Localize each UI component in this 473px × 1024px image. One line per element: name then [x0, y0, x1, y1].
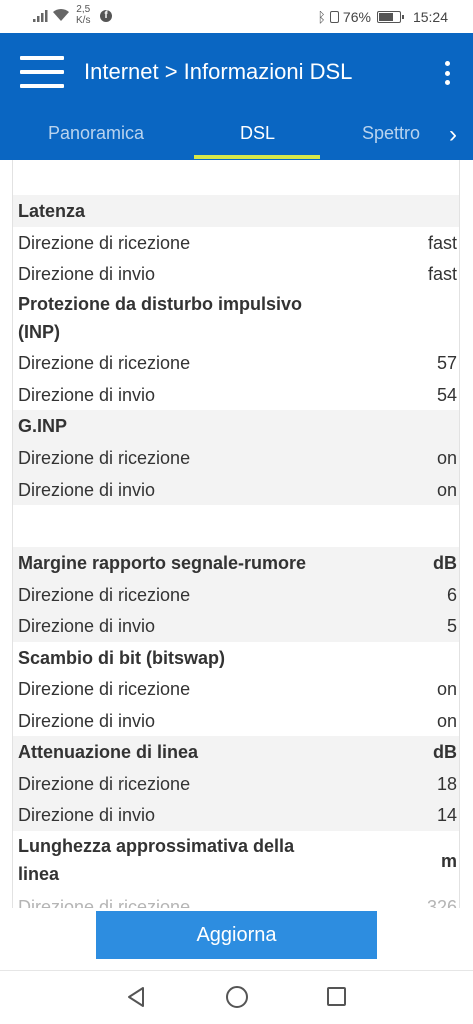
- table-row: Direzione di invio 14: [13, 799, 459, 831]
- table-row: Direzione di ricezione 18: [13, 768, 459, 799]
- network-speed: 2,5 K/s: [76, 4, 90, 26]
- row-value: 54: [436, 385, 457, 405]
- row-label: Direzione di invio: [18, 264, 156, 284]
- table-row: Direzione di ricezione on: [13, 442, 459, 474]
- battery-icon: [376, 10, 404, 23]
- section-header-row: Attenuazione di linea dB: [13, 736, 459, 768]
- network-speed-value: 2,5: [76, 4, 91, 15]
- section-header-row: Margine rapporto segnale-rumore dB: [13, 547, 459, 579]
- app-bar: Internet > Informazioni DSL Panoramica D…: [0, 33, 473, 160]
- facebook-icon: f: [100, 10, 112, 22]
- tab-spettro[interactable]: Spettro: [362, 123, 426, 144]
- tab-dsl[interactable]: DSL: [240, 123, 275, 144]
- row-label: Direzione di ricezione: [18, 679, 191, 699]
- row-label: Direzione di ricezione: [18, 353, 191, 373]
- battery-percentage: 76%: [342, 8, 371, 25]
- section-header-row: Scambio di bit (bitswap): [13, 642, 459, 673]
- section-title: Scambio di bit (bitswap): [18, 648, 226, 668]
- chevron-right-icon[interactable]: ›: [449, 123, 457, 147]
- table-row: Direzione di ricezione fast: [13, 227, 459, 258]
- row-value: on: [436, 679, 457, 699]
- section-title: Attenuazione di linea: [18, 742, 199, 762]
- row-value: fast: [427, 233, 457, 253]
- row-label: Direzione di invio: [18, 616, 156, 636]
- section-header-row: Latenza: [13, 195, 459, 227]
- table-row: Direzione di ricezione 6: [13, 579, 459, 610]
- table-row: Direzione di invio 54: [13, 379, 459, 410]
- section-unit: m: [440, 851, 457, 871]
- dsl-info-table: Latenza Direzione di ricezione fast Direzio…: [12, 160, 460, 908]
- bluetooth-icon: ᛒ: [317, 8, 326, 25]
- row-label: Direzione di ricezione: [18, 233, 191, 253]
- status-bar: 2,5 K/s f ᛒ 76% 15:24: [0, 0, 473, 33]
- section-header-row: Protezione da disturbo impulsivo (INP): [13, 289, 459, 347]
- table-row: Direzione di invio fast: [13, 258, 459, 289]
- tab-panoramica[interactable]: Panoramica: [48, 123, 144, 144]
- section-title: Latenza: [18, 201, 86, 221]
- row-value: on: [436, 480, 457, 500]
- page-title: Internet > Informazioni DSL: [84, 59, 353, 84]
- section-header-row: G.INP: [13, 410, 459, 442]
- section-unit: dB: [433, 553, 457, 573]
- vibrate-icon: [329, 10, 339, 23]
- update-button[interactable]: Aggiorna: [96, 911, 377, 959]
- section-title: Lunghezza approssimativa della linea: [18, 836, 295, 884]
- section-unit: dB: [433, 742, 457, 762]
- menu-icon[interactable]: [20, 56, 64, 88]
- row-label: Direzione di invio: [18, 480, 156, 500]
- row-label: Direzione di ricezione: [18, 774, 191, 794]
- row-value: 14: [436, 805, 457, 825]
- back-icon[interactable]: [126, 986, 146, 1008]
- tab-bar: Panoramica DSL Spettro ›: [0, 115, 473, 160]
- row-label: Direzione di invio: [18, 711, 156, 731]
- network-speed-unit: K/s: [76, 15, 91, 26]
- row-label: Direzione di invio: [18, 385, 156, 405]
- section-header-row: Lunghezza approssimativa della linea m: [13, 831, 459, 891]
- table-row: Direzione di ricezione 57: [13, 347, 459, 379]
- row-label: Direzione di ricezione: [18, 448, 191, 468]
- wifi-icon: [53, 8, 69, 21]
- recent-apps-icon[interactable]: [327, 987, 346, 1006]
- row-value: on: [436, 448, 457, 468]
- row-label: Direzione di invio: [18, 805, 156, 825]
- clock: 15:24: [412, 8, 448, 25]
- bottom-action-area: Aggiorna: [0, 900, 473, 970]
- row-value: 57: [436, 353, 457, 373]
- row-value: fast: [427, 264, 457, 284]
- section-title: Protezione da disturbo impulsivo (INP): [18, 294, 303, 342]
- row-value: on: [436, 711, 457, 731]
- row-value: 18: [436, 774, 457, 794]
- row-value: 5: [446, 616, 457, 636]
- section-title: G.INP: [18, 416, 68, 436]
- row-value: 6: [446, 585, 457, 605]
- active-tab-indicator: [194, 155, 320, 159]
- table-row: Direzione di invio on: [13, 705, 459, 736]
- system-navigation-bar: [0, 970, 473, 1024]
- row-label: Direzione di ricezione: [18, 585, 191, 605]
- table-row: Direzione di invio on: [13, 474, 459, 505]
- table-row: Direzione di ricezione on: [13, 673, 459, 705]
- signal-icon: [33, 10, 48, 22]
- table-row: Direzione di invio 5: [13, 610, 459, 642]
- more-options-icon[interactable]: [441, 61, 453, 85]
- home-icon[interactable]: [226, 986, 248, 1008]
- section-title: Margine rapporto segnale-rumore: [18, 553, 307, 573]
